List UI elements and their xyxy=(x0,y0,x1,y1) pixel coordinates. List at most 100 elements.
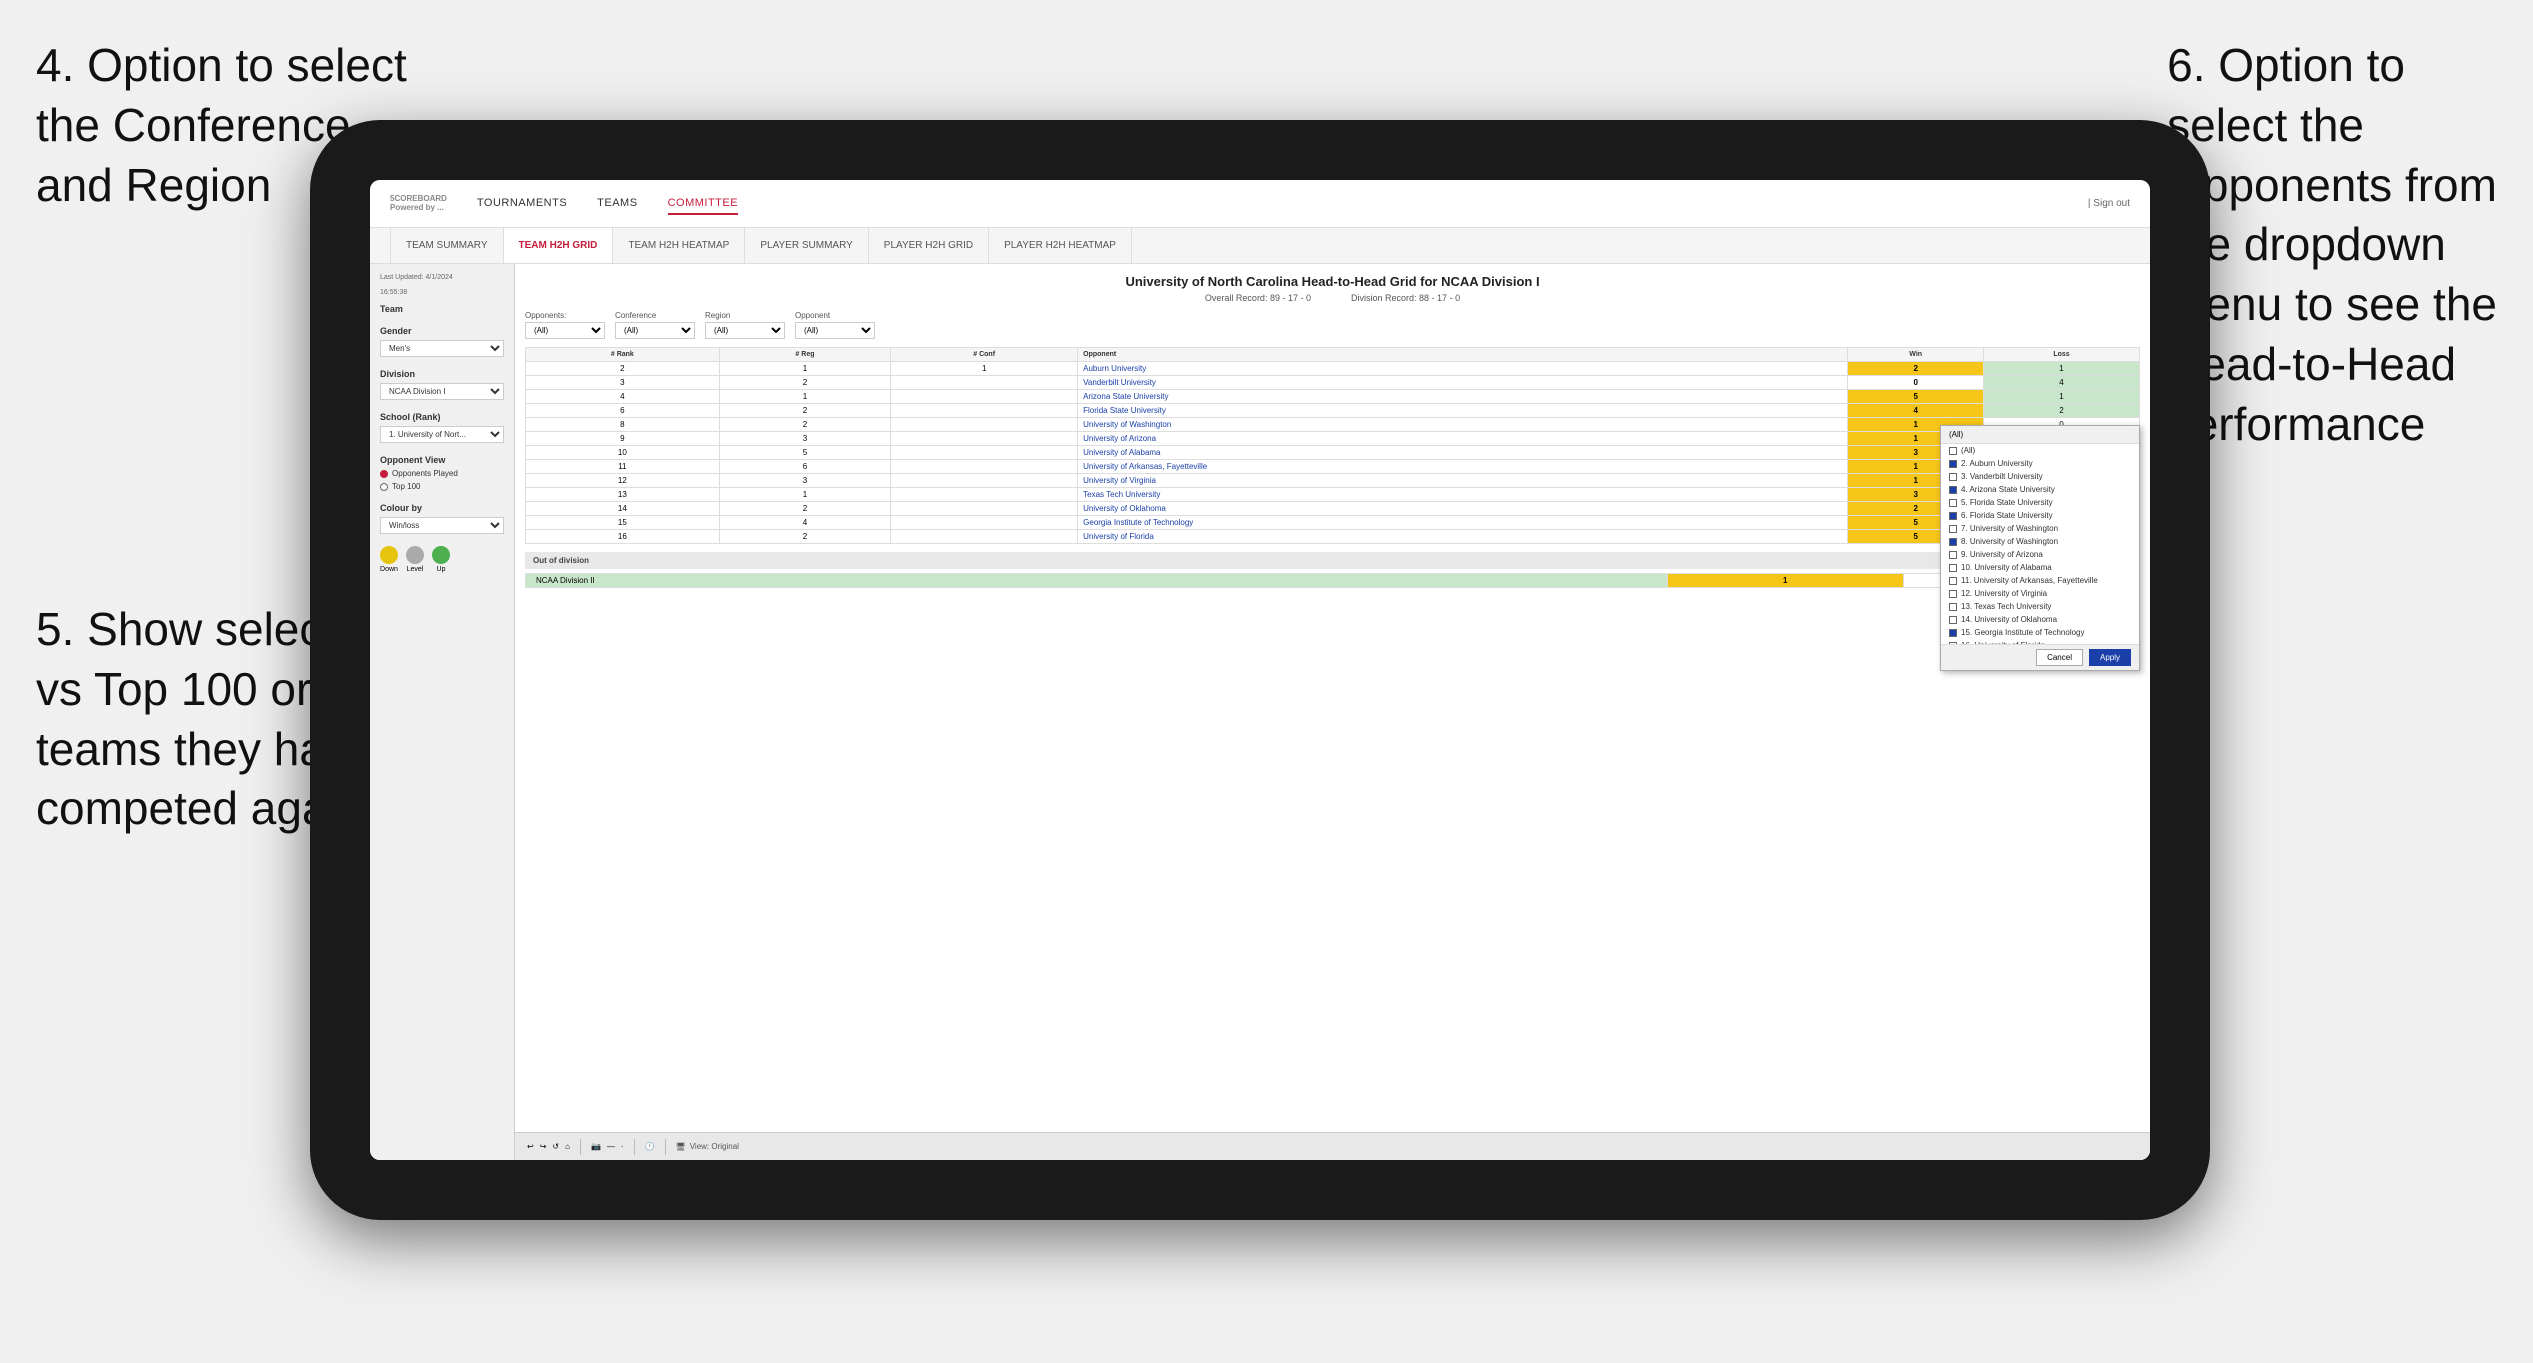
colour-by-select[interactable]: Win/loss xyxy=(380,517,504,534)
toolbar-dash-icon[interactable]: — xyxy=(607,1142,615,1151)
toolbar-clock-icon[interactable]: 🕐 xyxy=(645,1142,655,1151)
toolbar-refresh-icon[interactable]: ↺ xyxy=(552,1142,559,1151)
conference-filter-select[interactable]: (All) xyxy=(615,322,695,339)
dropdown-item[interactable]: 11. University of Arkansas, Fayetteville xyxy=(1941,574,2139,587)
subnav-player-h2h-heatmap[interactable]: PLAYER H2H HEATMAP xyxy=(989,228,1132,263)
dropdown-item[interactable]: 8. University of Washington xyxy=(1941,535,2139,548)
apply-button[interactable]: Apply xyxy=(2089,649,2131,666)
dropdown-item[interactable]: 5. Florida State University xyxy=(1941,496,2139,509)
cell-opponent[interactable]: Georgia Institute of Technology xyxy=(1078,516,1848,530)
dropdown-item[interactable]: 6. Florida State University xyxy=(1941,509,2139,522)
school-select[interactable]: 1. University of Nort... xyxy=(380,426,504,443)
cell-opponent[interactable]: University of Virginia xyxy=(1078,474,1848,488)
cell-reg: 1 xyxy=(719,362,890,376)
gender-select[interactable]: Men's xyxy=(380,340,504,357)
toolbar-dot-icon[interactable]: · xyxy=(621,1142,624,1151)
cell-conf xyxy=(891,530,1078,544)
dropdown-item[interactable]: 7. University of Washington xyxy=(1941,522,2139,535)
dropdown-items-container: (All)2. Auburn University3. Vanderbilt U… xyxy=(1941,444,2139,644)
school-label: School (Rank) xyxy=(380,412,504,422)
colour-by-label: Colour by xyxy=(380,503,504,513)
top-nav: 5COREBOARD Powered by ... TOURNAMENTS TE… xyxy=(370,180,2150,228)
cell-reg: 1 xyxy=(719,390,890,404)
col-rank: # Rank xyxy=(526,348,720,362)
dropdown-item[interactable]: 10. University of Alabama xyxy=(1941,561,2139,574)
bottom-toolbar: ↩ ↪ ↺ ⌂ 📷 — · 🕐 🖥 View: Original xyxy=(515,1132,2150,1160)
cell-rank: 3 xyxy=(526,376,720,390)
dropdown-item[interactable]: 4. Arizona State University xyxy=(1941,483,2139,496)
cell-rank: 2 xyxy=(526,362,720,376)
opponent-filter-group: Opponent (All) xyxy=(795,311,875,339)
out-division-row: NCAA Division II 1 0 xyxy=(526,574,2140,588)
opponents-filter-select[interactable]: (All) xyxy=(525,322,605,339)
toolbar-camera-icon[interactable]: 📷 xyxy=(591,1142,601,1151)
subnav-team-h2h-grid[interactable]: TEAM H2H GRID xyxy=(504,228,614,263)
division-label: Division xyxy=(380,369,504,379)
dropdown-item[interactable]: 13. Texas Tech University xyxy=(1941,600,2139,613)
toolbar-redo-icon[interactable]: ↪ xyxy=(540,1142,547,1151)
region-filter-group: Region (All) xyxy=(705,311,785,339)
radio-top-100[interactable]: Top 100 xyxy=(380,482,504,491)
toolbar-sep-1 xyxy=(580,1139,581,1155)
cell-opponent[interactable]: Florida State University xyxy=(1078,404,1848,418)
cell-opponent[interactable]: Vanderbilt University xyxy=(1078,376,1848,390)
cell-opponent[interactable]: University of Arkansas, Fayetteville xyxy=(1078,460,1848,474)
conference-filter-group: Conference (All) xyxy=(615,311,695,339)
opponent-dropdown[interactable]: (All) (All)2. Auburn University3. Vander… xyxy=(1940,425,2140,671)
region-filter-select[interactable]: (All) xyxy=(705,322,785,339)
toolbar-home-icon[interactable]: ⌂ xyxy=(565,1142,570,1151)
cell-reg: 4 xyxy=(719,516,890,530)
opponent-filter-select[interactable]: (All) xyxy=(795,322,875,339)
cell-conf xyxy=(891,376,1078,390)
table-row: 15 4 Georgia Institute of Technology 5 1 xyxy=(526,516,2140,530)
cell-opponent[interactable]: Arizona State University xyxy=(1078,390,1848,404)
cell-opponent[interactable]: University of Oklahoma xyxy=(1078,502,1848,516)
cell-opponent[interactable]: Texas Tech University xyxy=(1078,488,1848,502)
dropdown-item[interactable]: 2. Auburn University xyxy=(1941,457,2139,470)
cell-loss: 2 xyxy=(1984,404,2140,418)
cell-opponent[interactable]: Auburn University xyxy=(1078,362,1848,376)
cell-conf xyxy=(891,516,1078,530)
toolbar-undo-icon[interactable]: ↩ xyxy=(527,1142,534,1151)
nav-teams[interactable]: TEAMS xyxy=(597,193,637,215)
opponents-filter-label: Opponents: xyxy=(525,311,605,320)
team-label: Team xyxy=(380,304,504,314)
cell-opponent[interactable]: University of Florida xyxy=(1078,530,1848,544)
legend-up: Up xyxy=(432,546,450,573)
cell-opponent[interactable]: University of Alabama xyxy=(1078,446,1848,460)
dropdown-item[interactable]: 12. University of Virginia xyxy=(1941,587,2139,600)
grid-area: University of North Carolina Head-to-Hea… xyxy=(515,264,2150,1132)
dropdown-item[interactable]: 14. University of Oklahoma xyxy=(1941,613,2139,626)
division-select[interactable]: NCAA Division I xyxy=(380,383,504,400)
subnav-team-h2h-heatmap[interactable]: TEAM H2H HEATMAP xyxy=(613,228,745,263)
cell-opponent[interactable]: University of Washington xyxy=(1078,418,1848,432)
table-row: 4 1 Arizona State University 5 1 xyxy=(526,390,2140,404)
table-row: 14 2 University of Oklahoma 2 2 xyxy=(526,502,2140,516)
dropdown-item[interactable]: 15. Georgia Institute of Technology xyxy=(1941,626,2139,639)
dropdown-item-label: 9. University of Arizona xyxy=(1961,550,2043,559)
subnav-player-h2h-grid[interactable]: PLAYER H2H GRID xyxy=(869,228,989,263)
cancel-button[interactable]: Cancel xyxy=(2036,649,2083,666)
left-panel: Last Updated: 4/1/2024 16:55:38 Team Gen… xyxy=(370,264,515,1160)
nav-committee[interactable]: COMMITTEE xyxy=(668,193,739,215)
cell-opponent[interactable]: University of Arizona xyxy=(1078,432,1848,446)
dropdown-checkbox xyxy=(1949,499,1957,507)
dropdown-checkbox xyxy=(1949,473,1957,481)
dropdown-item[interactable]: 3. Vanderbilt University xyxy=(1941,470,2139,483)
colour-by-section: Colour by Win/loss xyxy=(380,503,504,534)
dropdown-item[interactable]: 9. University of Arizona xyxy=(1941,548,2139,561)
toolbar-sep-2 xyxy=(634,1139,635,1155)
subnav-player-summary[interactable]: PLAYER SUMMARY xyxy=(745,228,868,263)
cell-reg: 2 xyxy=(719,404,890,418)
subnav-team-summary[interactable]: TEAM SUMMARY xyxy=(390,228,504,263)
dropdown-checkbox xyxy=(1949,460,1957,468)
radio-opponents-played[interactable]: Opponents Played xyxy=(380,469,504,478)
monitor-icon: 🖥 xyxy=(676,1142,686,1151)
sign-out-link[interactable]: | Sign out xyxy=(2088,198,2130,209)
dropdown-item[interactable]: (All) xyxy=(1941,444,2139,457)
opponent-view-radio-group: Opponents Played Top 100 xyxy=(380,469,504,491)
nav-tournaments[interactable]: TOURNAMENTS xyxy=(477,193,567,215)
cell-conf xyxy=(891,474,1078,488)
opponent-view-section: Opponent View Opponents Played Top 100 xyxy=(380,455,504,491)
cell-reg: 3 xyxy=(719,432,890,446)
